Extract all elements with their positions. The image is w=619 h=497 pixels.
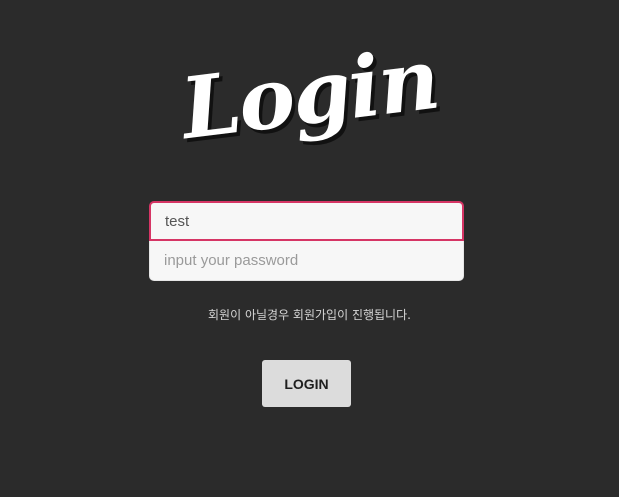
password-input[interactable]: [149, 241, 464, 281]
login-form: [149, 201, 464, 281]
login-logo: Login: [175, 28, 443, 159]
login-button[interactable]: LOGIN: [262, 360, 351, 407]
id-input[interactable]: [149, 201, 464, 241]
signup-notice: 회원이 아닐경우 회원가입이 진행됩니다.: [208, 308, 411, 322]
